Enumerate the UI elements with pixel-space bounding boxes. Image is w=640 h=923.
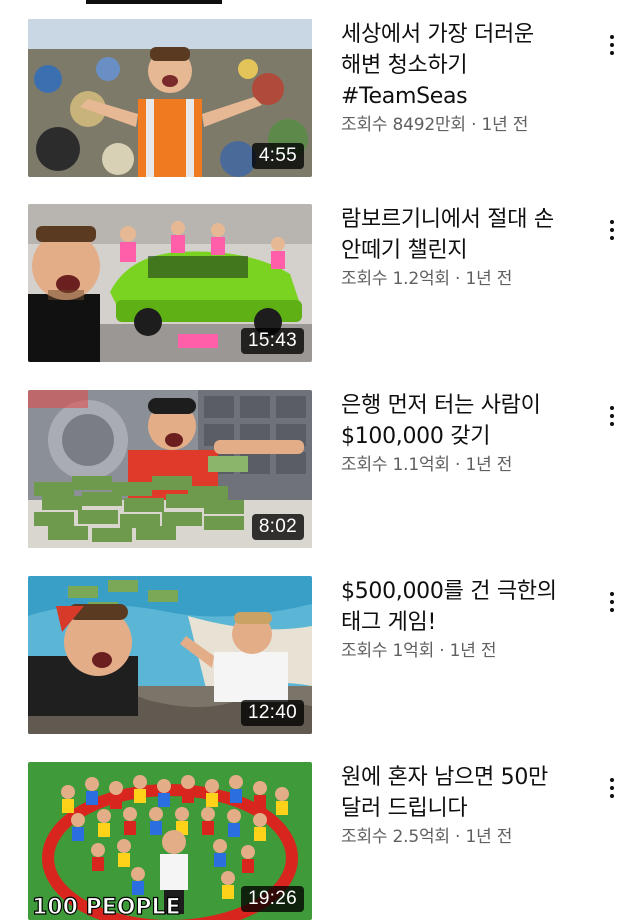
view-count: 조회수 1.1억회	[341, 455, 450, 475]
video-title[interactable]: 원에 혼자 남으면 50만 달러 드립니다	[341, 762, 581, 824]
video-item[interactable]: 8:02 은행 먼저 터는 사람이 $100,000 갖기 조회수 1.1억회 …	[0, 390, 640, 550]
view-count: 조회수 1.2억회	[341, 269, 450, 289]
video-title[interactable]: 세상에서 가장 더러운 해변 청소하기 #TeamSeas	[341, 19, 581, 112]
video-stats: 조회수 1억회 · 1년 전	[341, 638, 581, 664]
video-thumbnail[interactable]: 100 PEOPLE 19:26	[28, 762, 312, 920]
more-vert-icon[interactable]	[598, 23, 626, 67]
view-count: 조회수 8492만회	[341, 115, 466, 135]
video-details[interactable]: $500,000를 건 극한의 태그 게임! 조회수 1억회 · 1년 전	[341, 576, 581, 664]
duration-badge: 4:55	[251, 143, 304, 169]
video-title[interactable]: $500,000를 건 극한의 태그 게임!	[341, 576, 581, 638]
view-count: 조회수 2.5억회	[341, 827, 450, 847]
separator: ·	[465, 115, 482, 135]
video-item[interactable]: 12:40 $500,000를 건 극한의 태그 게임! 조회수 1억회 · 1…	[0, 576, 640, 736]
separator: ·	[449, 827, 466, 847]
video-item[interactable]: 15:43 람보르기니에서 절대 손 안떼기 챌린지 조회수 1.2억회 · 1…	[0, 204, 640, 364]
separator: ·	[449, 455, 466, 475]
video-details[interactable]: 세상에서 가장 더러운 해변 청소하기 #TeamSeas 조회수 8492만회…	[341, 19, 581, 138]
video-stats: 조회수 8492만회 · 1년 전	[341, 112, 581, 138]
video-thumbnail[interactable]: 8:02	[28, 390, 312, 548]
upload-age: 1년 전	[481, 115, 529, 135]
active-tab-indicator	[86, 0, 222, 4]
upload-age: 1년 전	[465, 827, 513, 847]
upload-age: 1년 전	[465, 269, 513, 289]
view-count: 조회수 1억회	[341, 641, 435, 661]
video-stats: 조회수 1.1억회 · 1년 전	[341, 452, 581, 478]
video-thumbnail[interactable]: 4:55	[28, 19, 312, 177]
video-title[interactable]: 람보르기니에서 절대 손 안떼기 챌린지	[341, 204, 581, 266]
video-details[interactable]: 람보르기니에서 절대 손 안떼기 챌린지 조회수 1.2억회 · 1년 전	[341, 204, 581, 292]
video-thumbnail[interactable]: 15:43	[28, 204, 312, 362]
more-vert-icon[interactable]	[598, 766, 626, 810]
separator: ·	[449, 269, 466, 289]
video-details[interactable]: 은행 먼저 터는 사람이 $100,000 갖기 조회수 1.1억회 · 1년 …	[341, 390, 581, 478]
thumb-overlay-text: 100 PEOPLE	[32, 895, 181, 920]
more-vert-icon[interactable]	[598, 208, 626, 252]
video-stats: 조회수 2.5억회 · 1년 전	[341, 824, 581, 850]
duration-badge: 12:40	[240, 700, 304, 726]
upload-age: 1년 전	[465, 455, 513, 475]
video-thumbnail[interactable]: 12:40	[28, 576, 312, 734]
upload-age: 1년 전	[449, 641, 497, 661]
duration-badge: 19:26	[240, 886, 304, 912]
video-details[interactable]: 원에 혼자 남으면 50만 달러 드립니다 조회수 2.5억회 · 1년 전	[341, 762, 581, 850]
video-stats: 조회수 1.2억회 · 1년 전	[341, 266, 581, 292]
separator: ·	[434, 641, 450, 661]
video-item[interactable]: 100 PEOPLE 19:26 원에 혼자 남으면 50만 달러 드립니다 조…	[0, 762, 640, 922]
more-vert-icon[interactable]	[598, 394, 626, 438]
video-item[interactable]: 4:55 세상에서 가장 더러운 해변 청소하기 #TeamSeas 조회수 8…	[0, 19, 640, 179]
more-vert-icon[interactable]	[598, 580, 626, 624]
video-title[interactable]: 은행 먼저 터는 사람이 $100,000 갖기	[341, 390, 581, 452]
duration-badge: 15:43	[240, 328, 304, 354]
duration-badge: 8:02	[251, 514, 304, 540]
